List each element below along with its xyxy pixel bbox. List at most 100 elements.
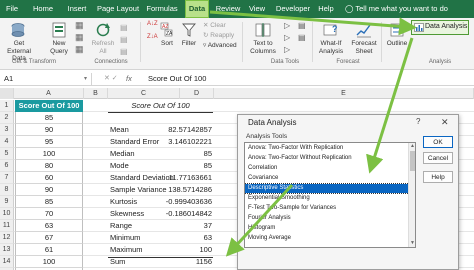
score-cell[interactable]: 80 <box>15 160 83 172</box>
relationships-icon[interactable]: ▤ <box>298 34 306 42</box>
ok-button[interactable]: OK <box>423 136 453 148</box>
row-header[interactable]: 8 <box>0 184 14 196</box>
tool-item[interactable]: Anova: Two-Factor With Replication <box>245 144 409 153</box>
stat-value-cell[interactable]: 85 <box>160 148 212 160</box>
clear-button[interactable]: ✕ Clear <box>203 22 226 30</box>
outline-button[interactable]: Outline <box>382 40 412 48</box>
reapply-button[interactable]: ↻ Reapply <box>203 32 234 40</box>
tab-data[interactable]: Data <box>185 0 209 18</box>
scroll-thumb[interactable] <box>410 151 415 171</box>
score-cell[interactable]: 85 <box>15 112 83 124</box>
data-analysis-button[interactable]: Data Analysis <box>411 20 469 35</box>
flash-fill-icon[interactable]: ▷ <box>284 22 290 30</box>
stat-value-cell[interactable]: 3.146102221 <box>160 136 212 148</box>
score-cell[interactable]: 63 <box>15 220 83 232</box>
stat-value-cell[interactable]: -0.999403636 <box>160 196 212 208</box>
score-cell[interactable]: 60 <box>15 172 83 184</box>
tab-home[interactable]: Home <box>32 0 54 18</box>
row-header[interactable]: 10 <box>0 208 14 220</box>
edit-links-icon[interactable]: ▤ <box>120 48 128 56</box>
row-header[interactable]: 13 <box>0 244 14 256</box>
text-to-columns-button[interactable]: Text to Columns <box>245 40 281 55</box>
tab-file[interactable]: File <box>2 0 22 18</box>
score-column-header-cell[interactable]: Score Out Of 100 <box>15 100 83 112</box>
filter-button[interactable]: Filter <box>177 40 201 48</box>
tab-help[interactable]: Help <box>316 0 336 18</box>
new-query-button[interactable]: New Query <box>44 40 74 55</box>
cancel-button[interactable]: Cancel <box>423 152 453 164</box>
tab-developer[interactable]: Developer <box>274 0 312 18</box>
recent-sources-icon[interactable]: ▦ <box>75 45 84 54</box>
select-all-corner[interactable] <box>0 88 14 99</box>
sort-button[interactable]: Sort <box>156 40 178 48</box>
tool-item[interactable]: Correlation <box>245 164 409 173</box>
tab-view[interactable]: View <box>246 0 268 18</box>
row-header[interactable]: 4 <box>0 136 14 148</box>
tools-list-scrollbar[interactable]: ▲ ▼ <box>408 143 415 247</box>
score-cell[interactable]: 61 <box>15 244 83 256</box>
column-header-e[interactable]: E <box>214 88 474 99</box>
show-queries-icon[interactable]: ▦ <box>75 21 84 30</box>
score-cell[interactable]: 100 <box>15 256 83 268</box>
row-header[interactable]: 6 <box>0 160 14 172</box>
stat-value-cell[interactable]: 82.57142857 <box>160 124 212 136</box>
tool-item-selected[interactable]: Descriptive Statistics <box>245 183 410 194</box>
name-box-dropdown-icon[interactable]: ▾ <box>84 75 87 82</box>
tab-formulas[interactable]: Formulas <box>144 0 180 18</box>
advanced-button[interactable]: ▿ Advanced <box>203 42 237 50</box>
stats-title-cell[interactable]: Score Out Of 100 <box>108 101 213 113</box>
forecast-sheet-button[interactable]: Forecast Sheet <box>348 40 380 55</box>
column-header-a[interactable]: A <box>14 88 84 99</box>
scroll-up-icon[interactable]: ▲ <box>409 143 415 150</box>
tab-insert[interactable]: Insert <box>64 0 90 18</box>
column-header-b[interactable]: B <box>84 88 108 99</box>
tool-item[interactable]: F-Test Two-Sample for Variances <box>245 204 409 213</box>
score-cell[interactable]: 90 <box>15 184 83 196</box>
help-button[interactable]: Help <box>423 171 453 183</box>
score-cell[interactable]: 70 <box>15 208 83 220</box>
stat-value-cell[interactable]: 63 <box>160 232 212 244</box>
tool-item[interactable]: Anova: Two-Factor Without Replication <box>245 154 409 163</box>
tab-review[interactable]: Review <box>214 0 242 18</box>
stat-value-cell[interactable]: 85 <box>160 160 212 172</box>
refresh-all-button[interactable]: Refresh All <box>88 40 118 55</box>
row-header[interactable]: 9 <box>0 196 14 208</box>
tool-item[interactable]: Exponential Smoothing <box>245 194 409 203</box>
stat-value-cell[interactable]: 138.5714286 <box>160 184 212 196</box>
stat-value-cell[interactable]: 100 <box>160 244 212 256</box>
dialog-close-icon[interactable]: ✕ <box>441 117 449 128</box>
sort-az-icon[interactable]: A↓Z <box>147 21 158 29</box>
tool-item[interactable]: Fourier Analysis <box>245 214 409 223</box>
consolidate-icon[interactable]: ▤ <box>298 22 306 30</box>
data-validation-icon[interactable]: ▷ <box>284 46 290 54</box>
row-header[interactable]: 12 <box>0 232 14 244</box>
score-cell[interactable]: 67 <box>15 232 83 244</box>
score-cell[interactable]: 85 <box>15 196 83 208</box>
stat-value-cell[interactable]: 11.77163661 <box>160 172 212 184</box>
row-header[interactable]: 1 <box>0 100 14 112</box>
analysis-tools-list[interactable]: Anova: Two-Factor With Replication Anova:… <box>244 142 416 248</box>
stat-value-cell[interactable]: -0.186014842 <box>160 208 212 220</box>
score-cell[interactable]: 90 <box>15 124 83 136</box>
from-table-icon[interactable]: ▦ <box>75 33 84 42</box>
tool-item[interactable]: Covariance <box>245 174 409 183</box>
name-box[interactable]: A1 <box>2 73 92 85</box>
properties-icon[interactable]: ▤ <box>120 36 128 44</box>
fx-icon[interactable]: fx <box>126 73 132 85</box>
row-header[interactable]: 3 <box>0 124 14 136</box>
dialog-help-icon[interactable]: ? <box>416 117 420 126</box>
connections-icon[interactable]: ▤ <box>120 24 128 32</box>
row-header[interactable]: 14 <box>0 256 14 268</box>
remove-duplicates-icon[interactable]: ▷ <box>284 34 290 42</box>
column-header-c[interactable]: C <box>108 88 180 99</box>
tab-page-layout[interactable]: Page Layout <box>96 0 140 18</box>
score-cell[interactable]: 95 <box>15 136 83 148</box>
what-if-analysis-button[interactable]: What-If Analysis <box>314 40 348 55</box>
tell-me-box[interactable]: ◯ Tell me what you want to do <box>345 0 448 18</box>
row-header[interactable]: 11 <box>0 220 14 232</box>
score-cell[interactable]: 100 <box>15 148 83 160</box>
row-header[interactable]: 2 <box>0 112 14 124</box>
scroll-down-icon[interactable]: ▼ <box>409 240 415 247</box>
tool-item[interactable]: Moving Average <box>245 234 409 243</box>
formula-input[interactable]: Score Out Of 100 <box>148 73 206 85</box>
